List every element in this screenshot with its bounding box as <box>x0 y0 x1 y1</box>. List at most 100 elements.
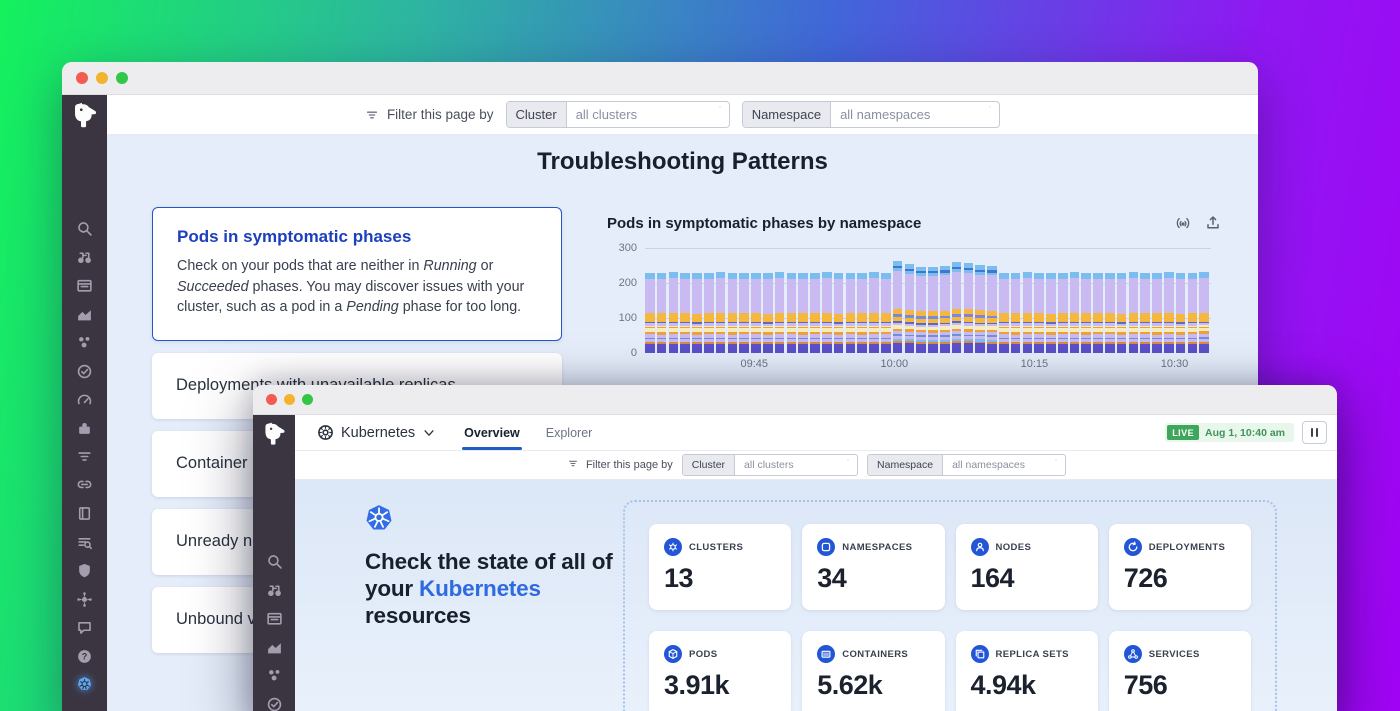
chart-bar[interactable] <box>645 273 655 353</box>
chart-bar[interactable] <box>869 272 879 353</box>
datadog-logo[interactable] <box>69 100 101 132</box>
sidebar-item-search-icon[interactable] <box>76 220 93 237</box>
chart-bar[interactable] <box>704 273 714 353</box>
chart-bar[interactable] <box>751 273 761 353</box>
chart-bar[interactable] <box>1199 272 1209 353</box>
chart-bar[interactable] <box>1034 273 1044 353</box>
sidebar-item-link-icon[interactable] <box>76 477 93 494</box>
chart-bar[interactable] <box>1093 273 1103 353</box>
sidebar-item-apm-icon[interactable] <box>76 363 93 380</box>
chart-bar[interactable] <box>1117 273 1127 353</box>
window-titlebar[interactable] <box>253 385 1337 415</box>
zoom-window-button[interactable] <box>116 72 128 84</box>
chart-bar[interactable] <box>987 266 997 353</box>
chart-bar[interactable] <box>940 266 950 353</box>
chart-bar[interactable] <box>1152 273 1162 353</box>
sidebar-item-pipelines-icon[interactable] <box>76 448 93 465</box>
chart-bar[interactable] <box>1023 272 1033 353</box>
chart-bar[interactable] <box>1046 273 1056 353</box>
datadog-logo[interactable] <box>260 420 289 449</box>
sidebar-item-gauge-icon[interactable] <box>76 391 93 408</box>
kubernetes-nav[interactable]: Kubernetes <box>317 424 436 441</box>
chart-bar[interactable] <box>1140 273 1150 353</box>
chart-bar[interactable] <box>669 272 679 353</box>
sidebar-item-binoculars-icon[interactable] <box>76 249 93 266</box>
chart-bar[interactable] <box>1058 273 1068 353</box>
sidebar-item-network-icon[interactable] <box>76 591 93 608</box>
chart-bar[interactable] <box>964 263 974 353</box>
chart-bar[interactable] <box>798 273 808 353</box>
sidebar-item-chat-icon[interactable] <box>76 619 93 636</box>
chart-bar[interactable] <box>928 267 938 353</box>
chart-bar[interactable] <box>810 273 820 353</box>
sidebar-item-infrastructure-icon[interactable] <box>76 334 93 351</box>
minimize-window-button[interactable] <box>284 394 295 405</box>
close-window-button[interactable] <box>76 72 88 84</box>
sidebar-item-apm-icon[interactable] <box>266 696 283 711</box>
sidebar-item-security-icon[interactable] <box>76 562 93 579</box>
chart-bar[interactable] <box>1070 272 1080 353</box>
chart-bar[interactable] <box>822 272 832 353</box>
namespace-select[interactable]: Namespace all namespaces <box>742 101 1000 128</box>
stat-card-clusters[interactable]: CLUSTERS13 <box>649 524 791 610</box>
chart-bar[interactable] <box>905 264 915 353</box>
pattern-card[interactable]: Pods in symptomatic phasesCheck on your … <box>152 207 562 341</box>
chart-bar[interactable] <box>657 273 667 353</box>
cluster-select[interactable]: Cluster all clusters <box>506 101 730 128</box>
chart-bar[interactable] <box>1176 273 1186 353</box>
sidebar-item-logs-icon[interactable] <box>76 534 93 551</box>
sidebar-item-help-icon[interactable]: ? <box>76 648 93 665</box>
stat-card-replica-sets[interactable]: REPLICA SETS4.94k <box>956 631 1098 711</box>
stat-card-services[interactable]: SERVICES756 <box>1109 631 1251 711</box>
stat-card-deployments[interactable]: DEPLOYMENTS726 <box>1109 524 1251 610</box>
stat-card-containers[interactable]: CONTAINERS5.62k <box>802 631 944 711</box>
sidebar-item-kubernetes-icon[interactable] <box>76 676 93 693</box>
chart-bar[interactable] <box>739 273 749 353</box>
chart-bar[interactable] <box>999 273 1009 353</box>
chart-bar[interactable] <box>1188 273 1198 353</box>
chart-bar[interactable] <box>728 273 738 353</box>
export-icon[interactable] <box>1205 215 1221 231</box>
chart-bar[interactable] <box>881 273 891 353</box>
sidebar-item-search-icon[interactable] <box>266 553 283 570</box>
namespace-select[interactable]: Namespace all namespaces <box>867 454 1066 476</box>
chart-bar[interactable] <box>834 273 844 353</box>
chart-bar[interactable] <box>975 265 985 353</box>
sidebar-item-metrics-icon[interactable] <box>76 306 93 323</box>
chart-bar[interactable] <box>775 272 785 353</box>
chart-bar[interactable] <box>680 273 690 353</box>
chart-bar[interactable] <box>1164 272 1174 353</box>
chart-bar[interactable] <box>1129 272 1139 353</box>
chart-bar[interactable] <box>1105 273 1115 353</box>
chart-bar[interactable] <box>716 272 726 353</box>
tab-overview[interactable]: Overview <box>464 415 520 450</box>
minimize-window-button[interactable] <box>96 72 108 84</box>
live-mode-icon[interactable] <box>1175 215 1191 231</box>
sidebar-item-binoculars-icon[interactable] <box>266 582 283 599</box>
chart-bar[interactable] <box>787 273 797 353</box>
sidebar-item-integrations-icon[interactable] <box>76 420 93 437</box>
zoom-window-button[interactable] <box>302 394 313 405</box>
chart-bar[interactable] <box>893 261 903 353</box>
chart-bar[interactable] <box>692 273 702 353</box>
sidebar-item-metrics-icon[interactable] <box>266 639 283 656</box>
sidebar-item-dashboard-icon[interactable] <box>266 610 283 627</box>
chart-bar[interactable] <box>857 273 867 353</box>
pause-button[interactable] <box>1302 421 1327 444</box>
window-titlebar[interactable] <box>62 62 1258 95</box>
cluster-select[interactable]: Cluster all clusters <box>682 454 858 476</box>
chart-bar[interactable] <box>952 262 962 353</box>
stat-card-nodes[interactable]: NODES164 <box>956 524 1098 610</box>
chart-bar[interactable] <box>916 267 926 353</box>
sidebar-item-dashboard-icon[interactable] <box>76 277 93 294</box>
live-time-pill[interactable]: LIVE Aug 1, 10:40 am <box>1165 423 1294 442</box>
sidebar-item-notebook-icon[interactable] <box>76 505 93 522</box>
chart-bar[interactable] <box>846 273 856 353</box>
chart-bar[interactable] <box>1011 273 1021 353</box>
stat-card-pods[interactable]: PODS3.91k <box>649 631 791 711</box>
chart-bar[interactable] <box>1081 273 1091 353</box>
close-window-button[interactable] <box>266 394 277 405</box>
chart-bar[interactable] <box>763 273 773 353</box>
tab-explorer[interactable]: Explorer <box>546 415 593 450</box>
sidebar-item-infrastructure-icon[interactable] <box>266 667 283 684</box>
